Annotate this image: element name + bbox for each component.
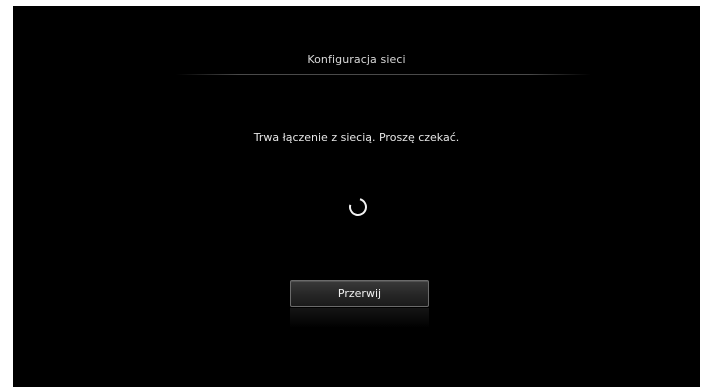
dialog-title: Konfiguracja sieci [307,53,406,66]
title-divider [176,74,591,75]
tv-screen: Konfiguracja sieci Trwa łączenie z sieci… [13,6,700,387]
cancel-button[interactable]: Przerwij [290,280,429,307]
button-reflection [290,308,429,328]
cancel-button-label: Przerwij [337,287,382,300]
status-message: Trwa łączenie z siecią. Proszę czekać. [253,131,460,144]
loading-spinner-icon [345,194,371,220]
